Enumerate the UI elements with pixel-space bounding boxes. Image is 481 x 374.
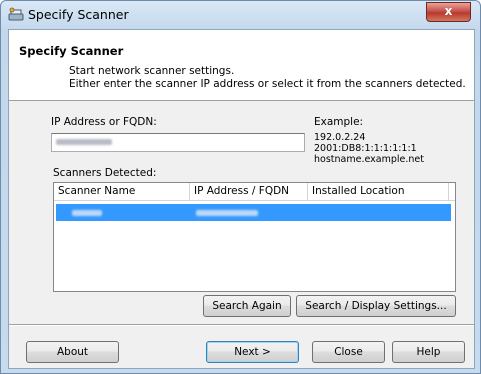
scanners-list-header: Scanner Name IP Address / FQDN Installed… bbox=[54, 183, 455, 201]
column-scanner-name[interactable]: Scanner Name bbox=[54, 183, 190, 200]
close-icon: x bbox=[444, 4, 453, 18]
scanner-row-selected[interactable] bbox=[56, 204, 451, 221]
scanner-ip-redacted bbox=[196, 210, 258, 216]
example-hostname: hostname.example.net bbox=[314, 154, 424, 165]
column-installed-location[interactable]: Installed Location bbox=[308, 183, 449, 200]
ip-address-input[interactable] bbox=[51, 133, 305, 152]
scanners-list[interactable]: Scanner Name IP Address / FQDN Installed… bbox=[53, 182, 456, 292]
specify-scanner-window: Specify Scanner x Specify Scanner Start … bbox=[0, 0, 481, 374]
header-description-line2: Either enter the scanner IP address or s… bbox=[69, 78, 466, 90]
about-button[interactable]: About bbox=[26, 341, 119, 363]
header-description-line1: Start network scanner settings. bbox=[69, 65, 235, 77]
scanner-icon bbox=[8, 7, 24, 21]
dialog-client-area: Specify Scanner Start network scanner se… bbox=[8, 29, 475, 369]
close-button[interactable]: Close bbox=[312, 341, 385, 363]
example-label: Example: bbox=[314, 116, 364, 128]
window-close-button[interactable]: x bbox=[426, 2, 471, 22]
header-title: Specify Scanner bbox=[19, 44, 124, 58]
column-ip-address[interactable]: IP Address / FQDN bbox=[190, 183, 308, 200]
example-ipv6: 2001:DB8:1:1:1:1:1:1 bbox=[314, 143, 417, 154]
example-ipv4: 192.0.2.24 bbox=[314, 132, 366, 143]
search-display-settings-button[interactable]: Search / Display Settings... bbox=[296, 295, 456, 317]
scanner-name-redacted bbox=[72, 210, 102, 216]
title-bar[interactable]: Specify Scanner x bbox=[1, 1, 480, 29]
footer-divider bbox=[9, 324, 474, 326]
dialog-header: Specify Scanner Start network scanner se… bbox=[9, 30, 474, 101]
scanners-detected-label: Scanners Detected: bbox=[53, 167, 157, 179]
ip-address-label: IP Address or FQDN: bbox=[51, 116, 157, 128]
help-button[interactable]: Help bbox=[392, 341, 465, 363]
window-title: Specify Scanner bbox=[28, 7, 129, 22]
search-again-button[interactable]: Search Again bbox=[203, 295, 291, 317]
ip-address-value-redacted bbox=[56, 139, 112, 145]
next-button[interactable]: Next > bbox=[206, 341, 299, 363]
